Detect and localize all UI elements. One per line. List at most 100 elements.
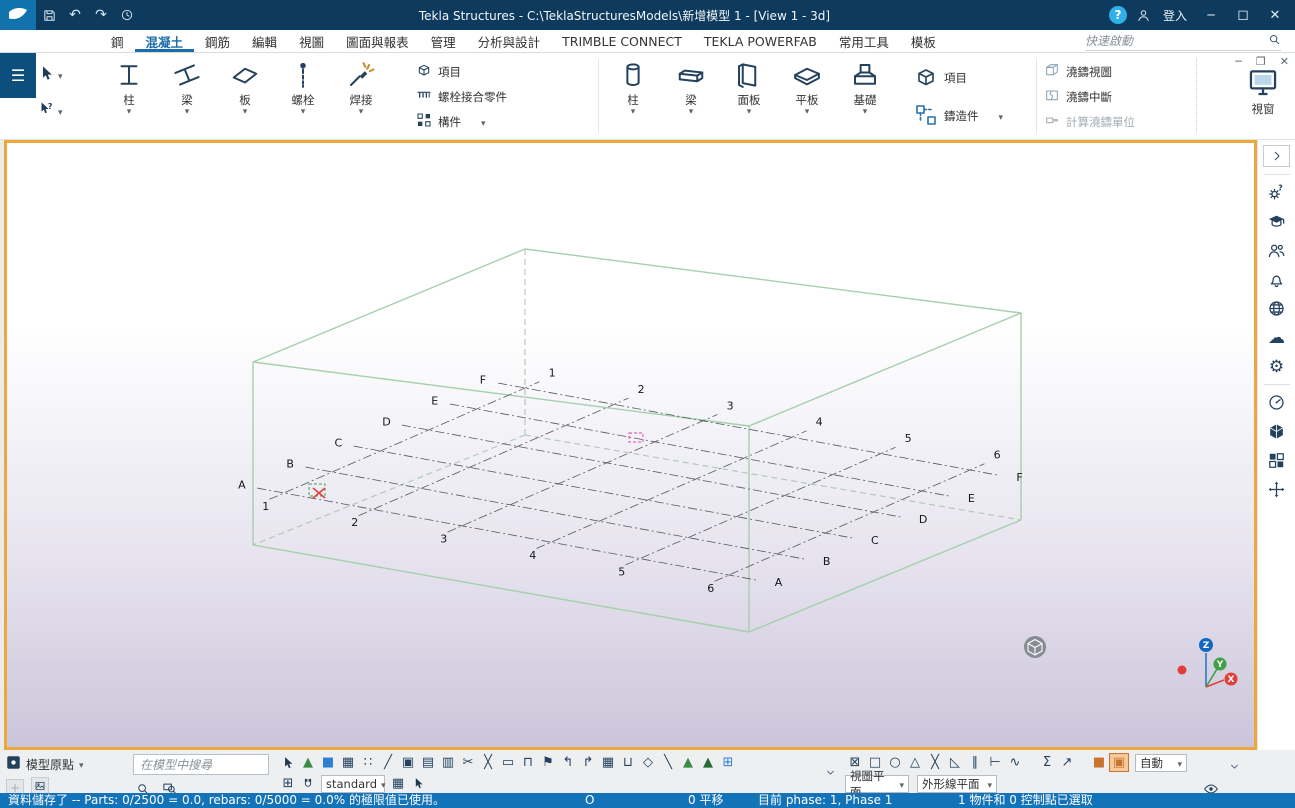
chevron-down-icon[interactable]: ▾ [747, 107, 752, 117]
chevron-down-icon[interactable]: ▾ [689, 107, 694, 117]
ribbon-close-icon[interactable] [1280, 55, 1289, 68]
chevron-down-icon[interactable] [58, 104, 63, 118]
snap-intersection-icon[interactable]: ╳ [925, 753, 945, 772]
work-plane-selector[interactable]: 模型原點 [6, 754, 84, 774]
cloud-icon[interactable]: ☁ [1263, 323, 1291, 352]
plane-view-button[interactable] [31, 777, 49, 794]
select-diamond-icon[interactable]: ◇ [638, 753, 658, 772]
inquire-tool-button[interactable]: ? [38, 93, 96, 129]
chevron-down-icon[interactable] [987, 777, 992, 791]
tool-bolt[interactable]: 螺栓▾ [274, 57, 332, 117]
select-u-icon[interactable]: ⊔ [618, 753, 638, 772]
quick-launch-input[interactable] [1085, 34, 1268, 48]
tool-concrete-beam[interactable]: 梁▾ [662, 57, 720, 117]
chevron-down-icon[interactable]: ▾ [805, 107, 810, 117]
grid-display-icon[interactable]: ▦ [388, 774, 408, 793]
snap-midpoint-icon[interactable]: △ [905, 753, 925, 772]
tool-steel-beam[interactable]: 梁▾ [158, 57, 216, 117]
organizer-icon[interactable] [1263, 446, 1291, 475]
select-filter-green-icon[interactable]: ▲ [298, 753, 318, 772]
model-cube-icon[interactable] [1263, 417, 1291, 446]
chevron-down-icon[interactable] [58, 68, 63, 82]
snap-depth-icon[interactable]: ▣ [1109, 753, 1129, 772]
online-globe-icon[interactable] [1263, 294, 1291, 323]
user-icon[interactable] [1131, 0, 1157, 30]
snap-perpendicular-icon[interactable]: ◺ [945, 753, 965, 772]
select-filter-blue-icon[interactable]: ■ [318, 753, 338, 772]
chevron-down-icon[interactable] [1177, 756, 1182, 770]
tab-鋼筋[interactable]: 鋼筋 [194, 30, 241, 52]
snap-plane-icon[interactable]: ■ [1089, 753, 1109, 772]
snap-overflow-icon[interactable] [1226, 758, 1242, 774]
gauge-icon[interactable] [1263, 388, 1291, 417]
chevron-down-icon[interactable] [481, 115, 486, 129]
select-flag-icon[interactable]: ⚑ [538, 753, 558, 772]
chevron-down-icon[interactable] [899, 777, 904, 791]
ribbon-restore-icon[interactable] [1256, 55, 1266, 68]
login-button[interactable]: 登入 [1163, 7, 1187, 24]
tab-TEKLA POWERFAB[interactable]: TEKLA POWERFAB [693, 30, 828, 52]
tool-pour-view[interactable]: 澆鑄視圖 [1044, 59, 1135, 84]
pick-cursor-icon[interactable] [408, 774, 428, 793]
tab-編輯[interactable]: 編輯 [241, 30, 288, 52]
snap-extension-icon[interactable]: ⊢ [985, 753, 1005, 772]
tool-bolt-parts[interactable]: 螺栓接合零件 [416, 84, 507, 109]
view-plane-dropdown[interactable]: 視圖平面 [845, 775, 909, 793]
select-panel-icon[interactable]: ▦ [598, 753, 618, 772]
tab-視圖[interactable]: 視圖 [288, 30, 335, 52]
tool-component[interactable]: 構件 [416, 109, 507, 134]
tool-item[interactable]: 項目 [416, 59, 507, 84]
close-button[interactable] [1261, 0, 1289, 30]
tab-TRIMBLE CONNECT[interactable]: TRIMBLE CONNECT [551, 30, 693, 52]
chevron-down-icon[interactable] [381, 777, 386, 791]
file-menu-button[interactable] [0, 53, 36, 98]
select-grid-icon[interactable]: ▦ [338, 753, 358, 772]
delete-icon[interactable]: ╳ [478, 753, 498, 772]
snap-parallel-icon[interactable]: ∥ [965, 753, 985, 772]
components-grid-icon[interactable]: ⊞ [278, 774, 298, 793]
snap-nearest-icon[interactable]: ↗ [1057, 753, 1077, 772]
tool-slab[interactable]: 平板▾ [778, 57, 836, 117]
window-tool-button[interactable]: 視窗 [1234, 65, 1292, 116]
tab-分析與設計[interactable]: 分析與設計 [467, 30, 552, 52]
tab-圖面與報表[interactable]: 圖面與報表 [335, 30, 420, 52]
tab-模板[interactable]: 模板 [900, 30, 947, 52]
tool-pour-break[interactable]: 澆鑄中斷 [1044, 84, 1135, 109]
select-frame-icon[interactable]: ⊓ [518, 753, 538, 772]
chevron-down-icon[interactable]: ▾ [243, 107, 248, 117]
undo-button[interactable] [62, 0, 88, 30]
tab-混凝土[interactable]: 混凝土 [135, 30, 195, 52]
redo-button[interactable] [88, 0, 114, 30]
learning-cap-icon[interactable] [1263, 207, 1291, 236]
outline-plane-dropdown[interactable]: 外形線平面 [917, 775, 997, 793]
history-button[interactable] [114, 0, 140, 30]
select-component-icon[interactable]: ⊞ [718, 753, 738, 772]
tab-鋼[interactable]: 鋼 [100, 30, 135, 52]
select-rebar-icon[interactable]: ▲ [678, 753, 698, 772]
tool-plate[interactable]: 板▾ [216, 57, 274, 117]
select-slope-icon[interactable]: ╲ [658, 753, 678, 772]
expand-panel-icon[interactable] [1263, 145, 1290, 167]
tool-concrete-column[interactable]: 柱▾ [604, 57, 662, 117]
toolbar-overflow-icon[interactable] [822, 764, 838, 780]
chevron-down-icon[interactable]: ▾ [301, 107, 306, 117]
magnet-icon[interactable] [298, 774, 318, 793]
settings-gear-icon[interactable]: ⚙ [1263, 352, 1291, 381]
tool-pour-calc[interactable]: 計算澆鑄單位 [1044, 109, 1135, 134]
chevron-down-icon[interactable]: ▾ [127, 107, 132, 117]
chevron-down-icon[interactable]: ▾ [185, 107, 190, 117]
tool-item[interactable]: 項目 [914, 59, 1003, 97]
help-icon[interactable]: ? [1109, 6, 1127, 24]
tool-weld[interactable]: 焊接▾ [332, 57, 390, 117]
select-mesh-icon[interactable]: ▲ [698, 753, 718, 772]
tool-steel-column[interactable]: 柱▾ [100, 57, 158, 117]
select-view-icon[interactable]: ▥ [438, 753, 458, 772]
auto-depth-dropdown[interactable]: 自動 [1135, 754, 1187, 772]
snap-any-icon[interactable]: Σ [1037, 753, 1057, 772]
tab-管理[interactable]: 管理 [420, 30, 467, 52]
ribbon-minimize-icon[interactable] [1235, 55, 1242, 68]
chevron-down-icon[interactable] [79, 757, 84, 771]
tab-常用工具[interactable]: 常用工具 [828, 30, 900, 52]
tool-panel[interactable]: 面板▾ [720, 57, 778, 117]
minimize-button[interactable] [1197, 0, 1225, 30]
